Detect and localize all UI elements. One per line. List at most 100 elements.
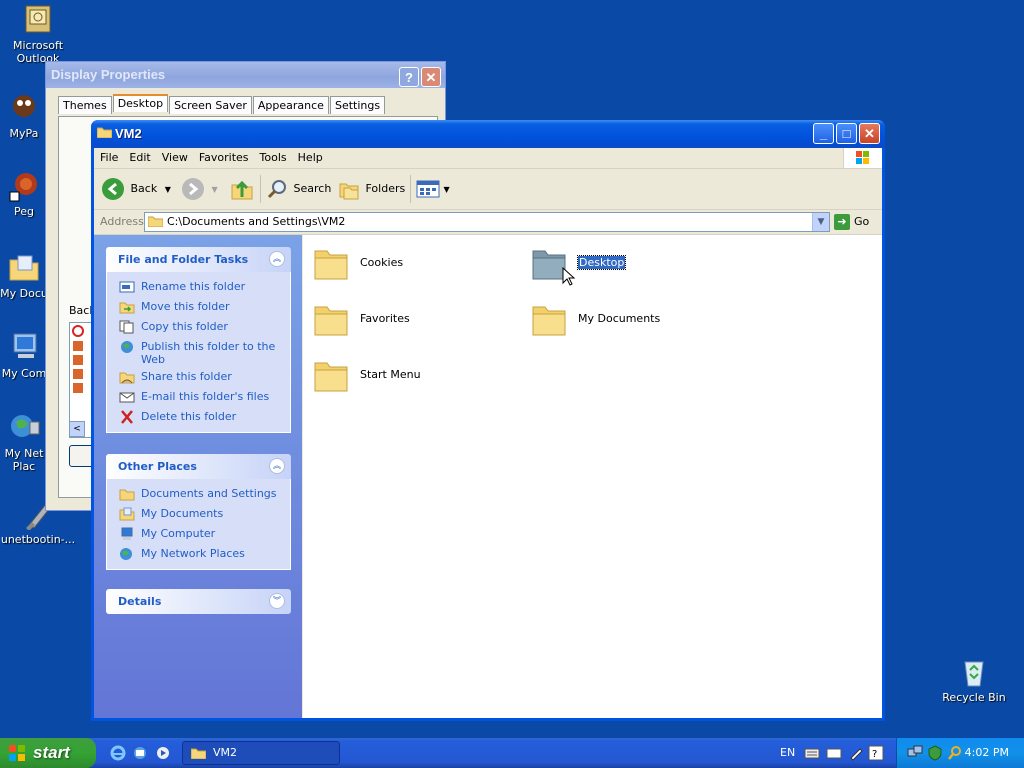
folder-item-desktop[interactable]: Desktop [521, 235, 721, 286]
desktop-icon-my-computer[interactable]: My Com [0, 332, 48, 380]
my-network-places-icon [8, 412, 40, 444]
desktop-icon-label: My Net Plac [4, 447, 44, 473]
menu-bar: File Edit View Favorites Tools Help [94, 148, 882, 169]
panel-header[interactable]: Other Places ︽ [106, 454, 291, 479]
folder-icon [97, 127, 112, 138]
forward-button[interactable]: ▼ [182, 176, 218, 202]
explorer-window[interactable]: VM2 _ □ ✕ File Edit View Favorites Tools Help B… [91, 120, 885, 721]
desktop-icon-pegasus[interactable]: Peg [0, 170, 48, 218]
language-bar-icon[interactable]: ? [868, 745, 884, 761]
collapse-chevron-icon[interactable]: ︽ [269, 251, 285, 267]
taskbar: start VM2 EN ? 4:02 PM [0, 738, 1024, 768]
windows-logo-icon [843, 148, 882, 168]
desktop-icon-recycle-bin[interactable]: Recycle Bin [936, 656, 1012, 704]
folder-item-favorites[interactable]: Favorites [303, 291, 503, 339]
task-label: Publish this folder to the Web [141, 340, 276, 366]
place-my-computer[interactable]: My Computer [107, 525, 290, 545]
close-button[interactable]: ✕ [859, 123, 880, 144]
maximize-button[interactable]: □ [836, 123, 857, 144]
task-rename-folder[interactable]: Rename this folder [107, 278, 290, 298]
help-button[interactable]: ? [399, 67, 419, 87]
folder-icon [119, 489, 135, 501]
dropdown-arrow-icon: ▼ [443, 185, 450, 194]
place-my-documents[interactable]: My Documents [107, 505, 290, 525]
expand-chevron-icon[interactable]: ︾ [269, 593, 285, 609]
back-button[interactable]: Back ▼ [102, 176, 171, 202]
search-tray-icon[interactable] [947, 745, 963, 761]
folder-item-cookies[interactable]: Cookies [303, 235, 503, 283]
folder-name: Cookies [360, 256, 404, 269]
address-dropdown-button[interactable]: ▼ [812, 213, 829, 231]
tab-screen-saver[interactable]: Screen Saver [169, 96, 252, 114]
language-indicator[interactable]: EN [780, 746, 795, 759]
clock[interactable]: 4:02 PM [965, 746, 1009, 759]
other-places-panel: Other Places ︽ Documents and Settings My… [106, 454, 291, 570]
start-button[interactable]: start [0, 738, 96, 768]
search-icon [267, 180, 286, 199]
task-email-files[interactable]: E-mail this folder's files [107, 388, 290, 408]
file-folder-tasks-panel: File and Folder Tasks ︽ Rename this fold… [106, 247, 291, 433]
keyboard-icon[interactable] [804, 745, 820, 761]
menu-tools[interactable]: Tools [254, 148, 292, 164]
my-documents-icon [8, 252, 40, 284]
taskbar-item-vm2[interactable]: VM2 [182, 741, 340, 765]
search-button[interactable]: Search [266, 176, 331, 202]
panel-header[interactable]: Details ︾ [106, 589, 291, 614]
close-button[interactable]: ✕ [421, 67, 441, 87]
desktop-icon-my-network-places[interactable]: My Net Plac [0, 412, 48, 473]
place-my-network-places[interactable]: My Network Places [107, 545, 290, 565]
explorer-titlebar[interactable]: VM2 _ □ ✕ [91, 120, 885, 148]
menu-edit[interactable]: Edit [123, 148, 155, 164]
task-label: Share this folder [141, 370, 232, 383]
explorer-body: File Edit View Favorites Tools Help Back ▼ ▼ [94, 148, 882, 718]
desktop-icon-outlook[interactable]: Microsoft Outlook [0, 4, 76, 65]
folder-icon [191, 748, 206, 759]
window-title: Display Properties [51, 67, 166, 82]
tab-themes[interactable]: Themes [58, 96, 112, 114]
menu-favorites[interactable]: Favorites [193, 148, 254, 164]
security-shield-icon[interactable] [927, 745, 943, 761]
desktop-icon-label: My Com [1, 367, 47, 380]
copy-icon [119, 320, 134, 334]
folder-icon [314, 250, 348, 280]
folders-button[interactable]: Folders [338, 176, 405, 202]
tab-settings[interactable]: Settings [329, 96, 386, 114]
folder-item-my-documents[interactable]: My Documents [521, 291, 721, 339]
display-properties-titlebar[interactable]: Display Properties ? ✕ [46, 62, 445, 88]
task-delete-folder[interactable]: Delete this folder [107, 408, 290, 428]
task-share-folder[interactable]: Share this folder [107, 368, 290, 388]
up-folder-button[interactable] [230, 176, 254, 202]
task-label: E-mail this folder's files [141, 390, 270, 403]
panel-header[interactable]: File and Folder Tasks ︽ [106, 247, 291, 272]
views-button[interactable]: ▼ [416, 176, 450, 202]
task-move-folder[interactable]: Move this folder [107, 298, 290, 318]
pegasus-icon [8, 170, 40, 202]
address-input[interactable]: C:\Documents and Settings\VM2 ▼ [144, 212, 830, 232]
desktop-icon-my-documents[interactable]: My Docu [0, 252, 48, 300]
place-documents-and-settings[interactable]: Documents and Settings [107, 485, 290, 505]
tab-desktop[interactable]: Desktop [112, 94, 169, 112]
outlook-express-icon[interactable] [132, 745, 148, 761]
place-label: My Computer [141, 527, 216, 540]
media-player-icon[interactable] [155, 745, 171, 761]
desktop-icon-mypal[interactable]: MyPa [0, 92, 48, 140]
minimize-button[interactable]: _ [813, 123, 834, 144]
menu-help[interactable]: Help [292, 148, 328, 164]
go-button[interactable]: ➜ Go [834, 212, 869, 232]
panel-body: Rename this folder Move this folder Copy… [106, 272, 291, 433]
task-publish-folder[interactable]: Publish this folder to the Web [107, 338, 290, 368]
task-copy-folder[interactable]: Copy this folder [107, 318, 290, 338]
place-label: Documents and Settings [141, 487, 277, 500]
collapse-chevron-icon[interactable]: ︽ [269, 458, 285, 474]
keyboard-settings-icon[interactable] [826, 745, 842, 761]
internet-explorer-icon[interactable] [110, 745, 126, 761]
pen-icon[interactable] [848, 745, 864, 761]
network-icon[interactable] [907, 745, 923, 761]
my-computer-icon [121, 527, 133, 540]
folder-item-start-menu[interactable]: Start Menu [303, 347, 503, 395]
tab-appearance[interactable]: Appearance [252, 96, 329, 114]
menu-view[interactable]: View [156, 148, 193, 164]
menu-file[interactable]: File [94, 148, 123, 164]
image-file-icon [73, 383, 83, 393]
scroll-left-button[interactable]: < [69, 421, 85, 437]
